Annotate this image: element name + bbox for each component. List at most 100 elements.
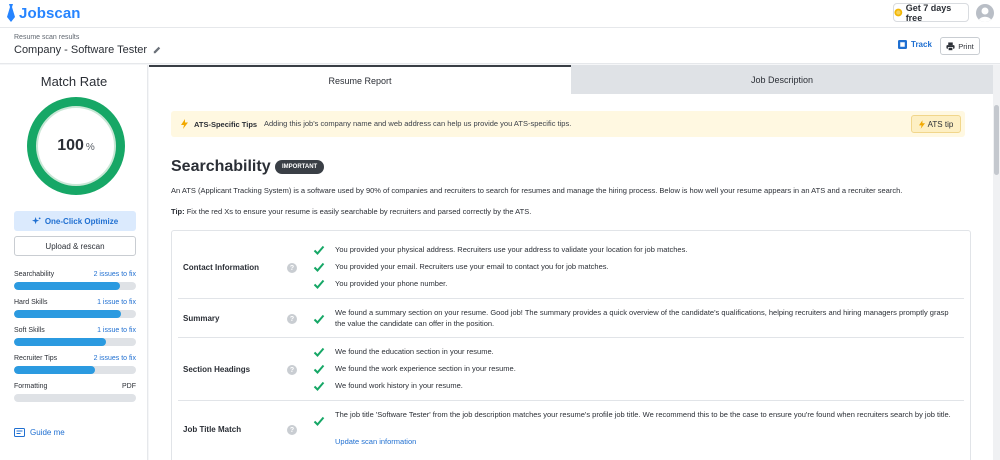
metric-progress-bar xyxy=(14,338,136,346)
section-description: An ATS (Applicant Tracking System) is a … xyxy=(171,186,903,195)
guide-icon xyxy=(14,428,25,437)
tab-resume-report[interactable]: Resume Report xyxy=(149,65,571,94)
jobscan-logo[interactable]: Jobscan xyxy=(6,4,81,22)
metric-formatting[interactable]: Formatting PDF xyxy=(14,383,136,405)
scan-title: Company - Software Tester xyxy=(14,44,161,56)
metric-label: Hard Skills xyxy=(14,299,48,306)
pencil-icon[interactable] xyxy=(153,46,161,54)
scan-title-text: Company - Software Tester xyxy=(14,44,148,56)
metric-label: Recruiter Tips xyxy=(14,355,58,362)
row-item: We found the education section in your r… xyxy=(335,347,494,356)
row-item: The job title 'Software Tester' from the… xyxy=(335,410,951,419)
check-icon xyxy=(313,314,325,324)
row-item: You provided your phone number. xyxy=(335,279,448,288)
metric-status[interactable]: 2 issues to fix xyxy=(94,355,136,362)
metric-soft-skills[interactable]: Soft Skills 1 issue to fix xyxy=(14,327,136,349)
scrollbar-thumb[interactable] xyxy=(994,105,999,175)
scan-header: Resume scan results Company - Software T… xyxy=(0,28,1000,64)
metric-recruiter-tips[interactable]: Recruiter Tips 2 issues to fix xyxy=(14,355,136,377)
upload-rescan-button[interactable]: Upload & rescan xyxy=(14,236,136,256)
track-button[interactable]: Track xyxy=(898,40,932,49)
row-item: We found the work experience section in … xyxy=(335,364,516,373)
check-icon xyxy=(313,381,325,391)
row-label: Contact Information xyxy=(183,263,259,272)
help-icon[interactable]: ? xyxy=(287,314,297,324)
ats-tips-title-text: ATS-Specific Tips xyxy=(194,119,258,129)
user-avatar[interactable] xyxy=(976,4,994,22)
ats-tips-text: Adding this job's company name and web a… xyxy=(264,119,572,128)
metric-progress-bar xyxy=(14,366,136,374)
printer-icon xyxy=(946,41,955,51)
print-button[interactable]: Print xyxy=(940,37,980,55)
table-row-summary: Summary ? We found a summary section on … xyxy=(178,299,964,338)
row-label: Job Title Match xyxy=(183,425,242,434)
row-item: You provided your physical address. Recr… xyxy=(335,245,688,254)
match-rate-gauge: 100 % xyxy=(27,97,125,195)
metric-searchability[interactable]: Searchability 2 issues to fix xyxy=(14,271,136,293)
row-item: You provided your email. Recruiters use … xyxy=(335,262,609,271)
page-scrollbar[interactable] xyxy=(993,65,1000,460)
important-badge: IMPORTANT xyxy=(275,160,325,174)
update-scan-information-link[interactable]: Update scan information xyxy=(335,436,416,447)
coin-icon xyxy=(894,8,903,17)
searchability-table: Contact Information ? You provided your … xyxy=(171,230,971,460)
table-row-contact-information: Contact Information ? You provided your … xyxy=(178,237,964,299)
guide-me-link[interactable]: Guide me xyxy=(14,428,65,437)
lightning-icon xyxy=(918,119,925,129)
check-icon xyxy=(313,416,325,426)
guide-me-label: Guide me xyxy=(30,428,65,437)
track-icon xyxy=(898,40,907,49)
metric-label: Soft Skills xyxy=(14,327,45,334)
tip-label: Tip: xyxy=(171,207,185,216)
header-eyebrow: Resume scan results xyxy=(14,34,80,41)
match-rate-title: Match Rate xyxy=(40,74,108,89)
check-icon xyxy=(313,347,325,357)
help-icon[interactable]: ? xyxy=(287,425,297,435)
metric-progress-bar xyxy=(14,394,136,402)
one-click-optimize-label: One-Click Optimize xyxy=(44,216,119,226)
ats-tip-label: ATS tip xyxy=(927,119,954,129)
table-row-section-headings: Section Headings ? We found the educatio… xyxy=(178,338,964,401)
check-icon xyxy=(313,245,325,255)
row-item: We found work history in your resume. xyxy=(335,381,463,390)
metric-progress-fill xyxy=(14,366,95,374)
section-title: Searchability xyxy=(171,158,271,175)
row-item: We found a summary section on your resum… xyxy=(335,308,949,328)
print-label: Print xyxy=(958,41,974,51)
ats-tip-button[interactable]: ATS tip xyxy=(911,115,961,133)
report-tabs: Resume Report Job Description xyxy=(149,65,993,94)
check-icon xyxy=(313,262,325,272)
row-label: Section Headings xyxy=(183,365,251,374)
row-label: Summary xyxy=(183,314,220,323)
metric-label: Formatting xyxy=(14,383,48,390)
help-icon[interactable]: ? xyxy=(287,263,297,273)
metric-status[interactable]: 1 issue to fix xyxy=(97,327,136,334)
match-rate-unit: % xyxy=(85,142,95,153)
metric-status[interactable]: 2 issues to fix xyxy=(94,271,136,278)
one-click-optimize-button[interactable]: One-Click Optimize xyxy=(14,211,136,231)
logo-text: Jobscan xyxy=(19,4,81,22)
ats-tips-title: ATS-Specific Tips xyxy=(181,119,257,129)
help-icon[interactable]: ? xyxy=(287,365,297,375)
metric-progress-fill xyxy=(14,338,106,346)
tie-logo-icon xyxy=(7,4,15,22)
metric-progress-fill xyxy=(14,310,122,318)
table-row-job-title-match: Job Title Match ? The job title 'Softwar… xyxy=(178,401,964,457)
metric-progress-fill xyxy=(14,282,121,290)
top-bar: Jobscan Get 7 days free xyxy=(0,0,1000,28)
section-tip: Tip: Fix the red Xs to ensure your resum… xyxy=(171,207,531,216)
metric-progress-bar xyxy=(14,282,136,290)
get-free-trial-label: Get 7 days free xyxy=(905,2,952,23)
user-icon xyxy=(978,7,992,22)
get-free-trial-button[interactable]: Get 7 days free xyxy=(893,2,969,23)
ats-tips-banner: ATS-Specific Tips Adding this job's comp… xyxy=(171,111,965,137)
lightning-icon xyxy=(181,119,188,129)
metric-label: Searchability xyxy=(14,271,55,278)
metric-status: PDF xyxy=(122,383,136,390)
metric-status[interactable]: 1 issue to fix xyxy=(97,299,136,306)
metric-hard-skills[interactable]: Hard Skills 1 issue to fix xyxy=(14,299,136,321)
check-icon xyxy=(313,364,325,374)
tip-text: Fix the red Xs to ensure your resume is … xyxy=(184,207,532,216)
tab-job-description[interactable]: Job Description xyxy=(571,65,993,94)
track-label: Track xyxy=(911,40,932,49)
